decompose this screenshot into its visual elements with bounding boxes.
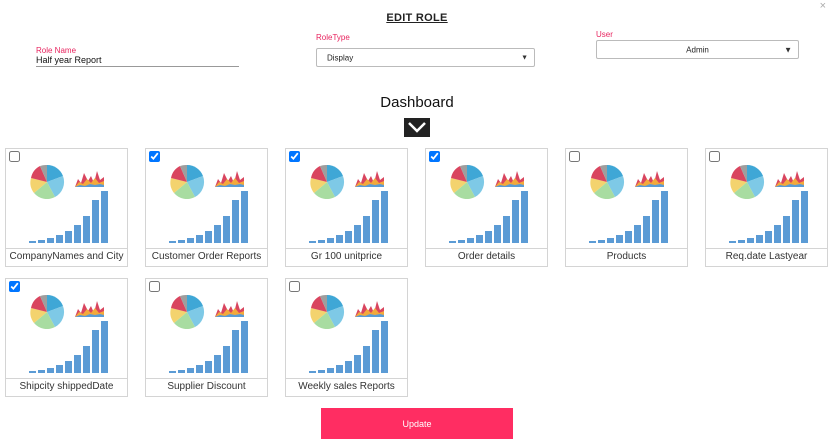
report-name: Gr 100 unitprice bbox=[310, 251, 383, 262]
role-name-input[interactable]: Half year Report bbox=[36, 55, 102, 65]
report-checkbox[interactable] bbox=[289, 151, 300, 162]
close-icon[interactable]: × bbox=[820, 0, 826, 12]
tile-divider bbox=[286, 378, 407, 379]
tile-divider bbox=[6, 378, 127, 379]
user-label: User bbox=[596, 30, 613, 39]
chart-thumbnail-icon bbox=[29, 294, 108, 373]
report-tile[interactable]: CompanyNames and City bbox=[5, 148, 128, 267]
report-checkbox[interactable] bbox=[149, 151, 160, 162]
report-tile[interactable]: Gr 100 unitprice bbox=[285, 148, 408, 267]
report-checkbox[interactable] bbox=[149, 281, 160, 292]
report-name: Shipcity shippedDate bbox=[19, 381, 114, 392]
user-value: Admin bbox=[686, 45, 709, 54]
report-checkbox[interactable] bbox=[569, 151, 580, 162]
tile-divider bbox=[426, 248, 547, 249]
chart-thumbnail-icon bbox=[309, 164, 388, 243]
report-name: Order details bbox=[457, 251, 516, 262]
dashboard-title: Dashboard bbox=[380, 94, 454, 111]
report-tile[interactable]: Order details bbox=[425, 148, 548, 267]
role-name-label: Role Name bbox=[36, 46, 77, 55]
chart-thumbnail-icon bbox=[29, 164, 108, 243]
report-name: Products bbox=[606, 251, 647, 262]
tile-divider bbox=[146, 248, 267, 249]
report-tile[interactable]: Req.date Lastyear bbox=[705, 148, 828, 267]
report-tile[interactable]: Supplier Discount bbox=[145, 278, 268, 397]
report-tile[interactable]: Shipcity shippedDate bbox=[5, 278, 128, 397]
dialog-title: EDIT ROLE bbox=[386, 12, 448, 24]
user-select[interactable]: Admin ▼ bbox=[596, 40, 799, 59]
tile-divider bbox=[706, 248, 827, 249]
chart-thumbnail-icon bbox=[169, 164, 248, 243]
chart-thumbnail-icon bbox=[729, 164, 808, 243]
tile-divider bbox=[6, 248, 127, 249]
report-name: Weekly sales Reports bbox=[298, 381, 395, 392]
chart-thumbnail-icon bbox=[309, 294, 388, 373]
role-type-label: RoleType bbox=[316, 33, 350, 42]
chart-thumbnail-icon bbox=[449, 164, 528, 243]
role-type-value: Display bbox=[327, 53, 354, 62]
caret-down-icon: ▼ bbox=[784, 45, 792, 54]
update-button[interactable]: Update bbox=[321, 408, 513, 439]
role-type-select[interactable]: Display ▼ bbox=[316, 48, 535, 67]
report-checkbox[interactable] bbox=[709, 151, 720, 162]
chart-thumbnail-icon bbox=[169, 294, 248, 373]
report-name: CompanyNames and City bbox=[9, 251, 124, 262]
report-name: Req.date Lastyear bbox=[725, 251, 808, 262]
report-checkbox[interactable] bbox=[9, 151, 20, 162]
report-checkbox[interactable] bbox=[9, 281, 20, 292]
chevron-down-icon[interactable] bbox=[404, 118, 430, 137]
chart-thumbnail-icon bbox=[589, 164, 668, 243]
report-tile[interactable]: Customer Order Reports bbox=[145, 148, 268, 267]
report-checkbox[interactable] bbox=[289, 281, 300, 292]
report-tile[interactable]: Products bbox=[565, 148, 688, 267]
report-name: Customer Order Reports bbox=[151, 251, 262, 262]
report-name: Supplier Discount bbox=[167, 381, 246, 392]
role-name-underline bbox=[36, 66, 239, 67]
tile-divider bbox=[566, 248, 687, 249]
tile-divider bbox=[146, 378, 267, 379]
tile-divider bbox=[286, 248, 407, 249]
report-tile[interactable]: Weekly sales Reports bbox=[285, 278, 408, 397]
report-checkbox[interactable] bbox=[429, 151, 440, 162]
caret-down-icon: ▼ bbox=[521, 54, 528, 61]
